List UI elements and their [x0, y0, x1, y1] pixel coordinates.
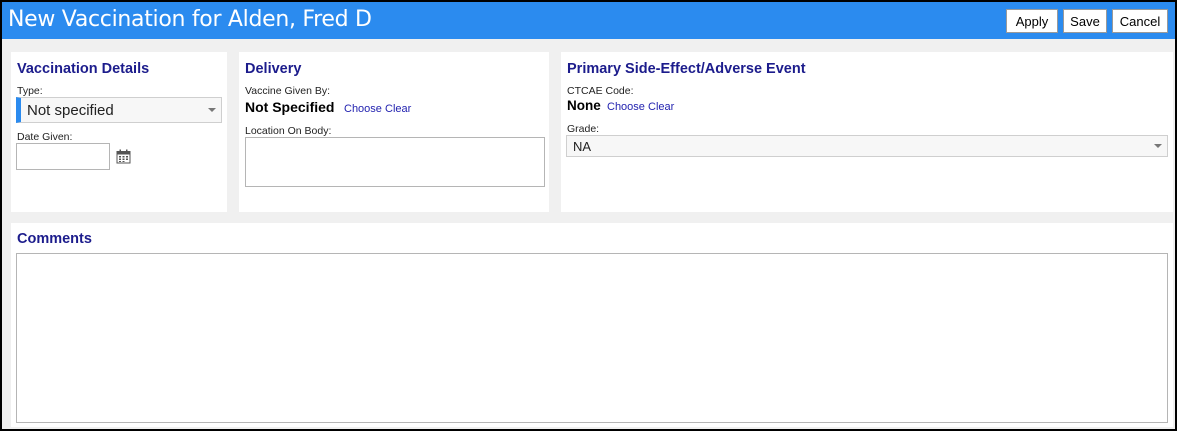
location-on-body-input[interactable]: [245, 137, 545, 187]
side-effect-panel: Primary Side-Effect/Adverse Event CTCAE …: [561, 52, 1173, 212]
type-select[interactable]: Not specified: [16, 97, 222, 123]
vaccination-window: New Vaccination for Alden, Fred D Apply …: [0, 0, 1177, 431]
chevron-down-icon: [1154, 144, 1162, 148]
delivery-title: Delivery: [245, 61, 302, 77]
comments-title: Comments: [17, 231, 92, 247]
date-given-label: Date Given:: [17, 131, 73, 143]
type-select-value: Not specified: [27, 102, 114, 119]
grade-label: Grade:: [567, 123, 600, 135]
side-effect-title: Primary Side-Effect/Adverse Event: [567, 61, 806, 77]
cancel-button[interactable]: Cancel: [1112, 9, 1168, 33]
ctcae-code-value: None: [567, 98, 601, 113]
location-on-body-label: Location On Body:: [245, 125, 332, 137]
title-bar: New Vaccination for Alden, Fred D Apply …: [2, 2, 1175, 39]
grade-select[interactable]: NA: [566, 135, 1168, 157]
comments-input[interactable]: [16, 253, 1168, 423]
chevron-down-icon: [208, 108, 216, 112]
given-by-choose-link[interactable]: Choose: [344, 103, 382, 115]
ctcae-code-label: CTCAE Code:: [567, 85, 634, 97]
delivery-panel: Delivery Vaccine Given By: Not Specified…: [239, 52, 549, 212]
vaccination-details-title: Vaccination Details: [17, 61, 150, 77]
grade-select-value: NA: [573, 139, 592, 154]
type-label: Type:: [17, 85, 43, 97]
given-by-clear-link[interactable]: Clear: [385, 103, 411, 115]
save-button[interactable]: Save: [1063, 9, 1107, 33]
apply-button[interactable]: Apply: [1006, 9, 1058, 33]
vaccine-given-by-value: Not Specified: [245, 99, 335, 115]
ctcae-clear-link[interactable]: Clear: [648, 101, 674, 113]
vaccination-details-panel: Vaccination Details Type: Not specified …: [11, 52, 227, 212]
vaccine-given-by-label: Vaccine Given By:: [245, 85, 331, 97]
window-title: New Vaccination for Alden, Fred D: [8, 7, 372, 32]
calendar-icon[interactable]: [116, 149, 131, 164]
ctcae-choose-link[interactable]: Choose: [607, 101, 645, 113]
comments-panel: Comments: [11, 223, 1173, 427]
date-given-input[interactable]: [16, 143, 110, 170]
